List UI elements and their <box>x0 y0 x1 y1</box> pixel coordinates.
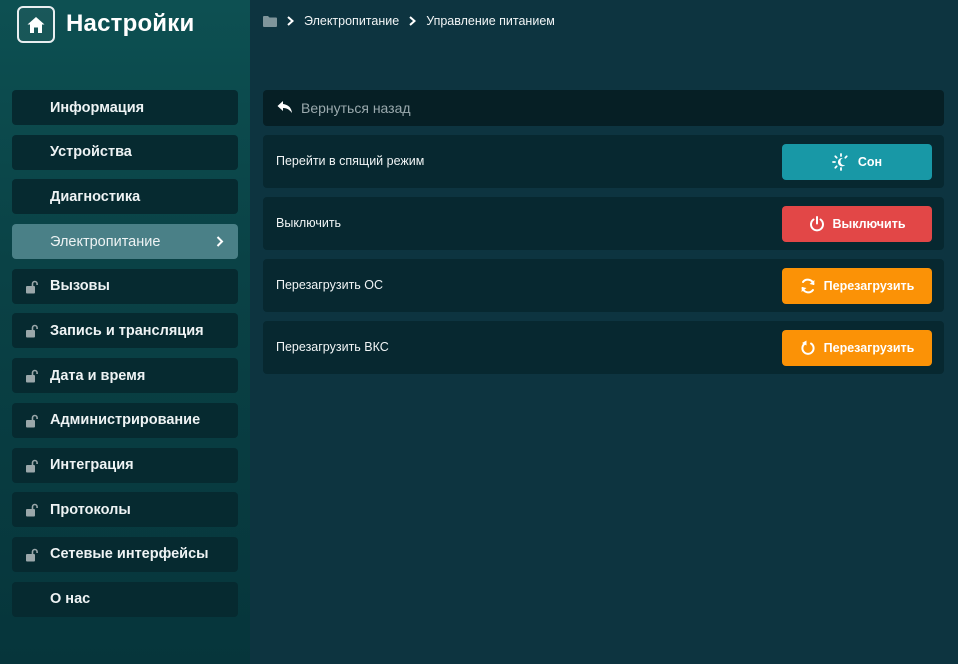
sidebar-item-label: О нас <box>50 591 91 608</box>
back-label: Вернуться назад <box>301 100 411 116</box>
sidebar-item-label: Интеграция <box>50 457 134 473</box>
sidebar-item-admin[interactable]: Администрирование <box>12 402 238 438</box>
sidebar-item-calls[interactable]: Вызовы <box>12 268 238 304</box>
back-arrow-icon <box>277 101 292 113</box>
sidebar-item-datetime[interactable]: Дата и время <box>12 358 238 394</box>
power-row-reboot-os: Перезагрузить ОС Перезагрузить <box>263 259 944 312</box>
row-label: Перейти в спящий режим <box>276 154 425 168</box>
breadcrumb-current: Управление питанием <box>426 14 555 28</box>
main-content: Электропитание Управление питанием Верну… <box>250 0 958 664</box>
sidebar-item-label: Диагностика <box>50 188 141 205</box>
shutdown-button[interactable]: Выключить <box>782 206 932 242</box>
sidebar-item-info[interactable]: Информация <box>12 90 238 125</box>
refresh-icon <box>800 278 816 294</box>
unlock-icon <box>26 414 38 428</box>
reboot-os-button-label: Перезагрузить <box>823 279 915 293</box>
back-button[interactable]: Вернуться назад <box>263 90 944 126</box>
row-label: Выключить <box>276 216 342 230</box>
sleep-button[interactable]: Сон <box>782 144 932 180</box>
sleep-icon <box>831 153 850 171</box>
sidebar-item-label: Протоколы <box>50 501 131 518</box>
row-label: Перезагрузить ОС <box>276 278 384 292</box>
reboot-vks-button-label: Перезагрузить <box>823 341 915 355</box>
power-icon <box>809 216 825 232</box>
sidebar-item-protocols[interactable]: Протоколы <box>12 492 238 528</box>
restart-icon <box>800 340 816 356</box>
sidebar-item-label: Вызовы <box>50 278 110 295</box>
breadcrumb: Электропитание Управление питанием <box>263 14 555 28</box>
power-row-sleep: Перейти в спящий режим Сон <box>263 135 944 188</box>
shutdown-button-label: Выключить <box>832 217 906 231</box>
sidebar-item-about[interactable]: О нас <box>12 581 238 617</box>
sleep-button-label: Сон <box>857 155 883 169</box>
home-button[interactable] <box>17 6 55 43</box>
top-bar: Электропитание Управление питанием <box>250 0 958 47</box>
sidebar-menu: Информация Устройства Диагностика Электр… <box>12 90 238 626</box>
unlock-icon <box>26 369 38 383</box>
power-row-shutdown: Выключить Выключить <box>263 197 944 250</box>
unlock-icon <box>26 459 38 472</box>
breadcrumb-item[interactable]: Электропитание <box>304 14 399 28</box>
sidebar-item-devices[interactable]: Устройства <box>12 134 238 170</box>
sidebar: Настройки Информация Устройства Диагност… <box>0 0 250 664</box>
unlock-icon <box>26 503 38 517</box>
sidebar-item-power[interactable]: Электропитание <box>12 224 238 260</box>
chevron-right-icon <box>409 16 417 26</box>
sidebar-item-label: Администрирование <box>50 412 201 429</box>
unlock-icon <box>26 325 38 338</box>
sidebar-item-diagnostics[interactable]: Диагностика <box>12 179 238 215</box>
unlock-icon <box>26 548 38 562</box>
home-icon <box>27 16 45 33</box>
folder-icon[interactable] <box>263 15 277 27</box>
reboot-os-button[interactable]: Перезагрузить <box>782 268 932 304</box>
sidebar-item-label: Электропитание <box>50 233 161 250</box>
power-row-reboot-vks: Перезагрузить ВКС Перезагрузить <box>263 321 944 374</box>
unlock-icon <box>26 280 38 294</box>
sidebar-item-label: Запись и трансляция <box>50 322 204 339</box>
sidebar-item-recording[interactable]: Запись и трансляция <box>12 313 238 349</box>
sidebar-item-integration[interactable]: Интеграция <box>12 447 238 483</box>
sidebar-item-label: Информация <box>50 99 145 116</box>
sidebar-item-network[interactable]: Сетевые интерфейсы <box>12 536 238 572</box>
row-label: Перезагрузить ВКС <box>276 340 389 354</box>
app-title: Настройки <box>66 10 195 37</box>
sidebar-item-label: Дата и время <box>50 367 146 384</box>
reboot-vks-button[interactable]: Перезагрузить <box>782 330 932 366</box>
chevron-right-icon <box>287 16 294 26</box>
chevron-right-icon <box>216 236 224 247</box>
sidebar-item-label: Сетевые интерфейсы <box>50 546 209 563</box>
sidebar-item-label: Устройства <box>50 144 132 161</box>
